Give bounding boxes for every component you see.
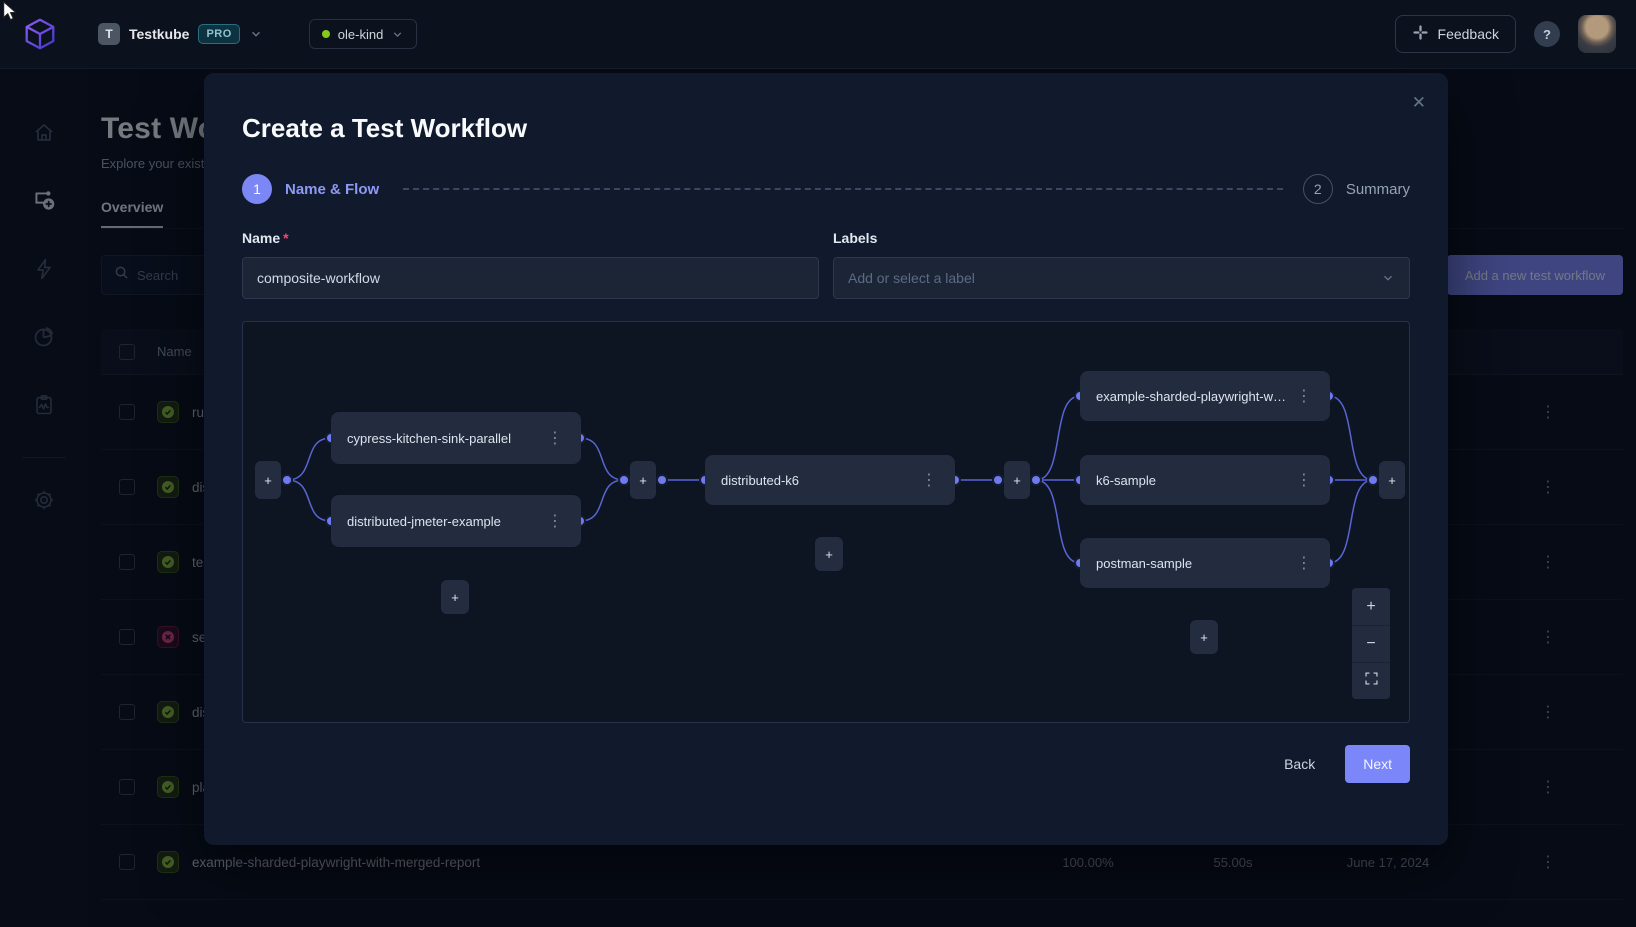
labels-select[interactable]: Add or select a label bbox=[833, 257, 1410, 299]
help-button[interactable]: ? bbox=[1534, 21, 1560, 47]
feedback-label: Feedback bbox=[1438, 26, 1499, 42]
slack-icon bbox=[1412, 24, 1429, 44]
node-actions-menu[interactable]: ⋮ bbox=[539, 509, 571, 533]
workflow-node[interactable]: distributed-k6 ⋮ bbox=[705, 455, 955, 505]
create-test-workflow-modal: ✕ Create a Test Workflow 1 Name & Flow 2… bbox=[204, 73, 1448, 845]
node-label: k6-sample bbox=[1096, 473, 1288, 488]
workflow-node[interactable]: postman-sample ⋮ bbox=[1080, 538, 1330, 588]
step-summary[interactable]: 2 Summary bbox=[1303, 174, 1410, 204]
chevron-down-icon bbox=[249, 27, 263, 41]
chevron-down-icon bbox=[391, 28, 404, 41]
environment-selector[interactable]: ole-kind bbox=[309, 19, 418, 49]
next-button[interactable]: Next bbox=[1345, 745, 1410, 783]
chevron-down-icon bbox=[1381, 271, 1395, 285]
add-parallel-step-button[interactable]: + bbox=[441, 580, 469, 614]
organization-selector[interactable]: T Testkube PRO bbox=[98, 23, 263, 45]
workflow-node[interactable]: k6-sample ⋮ bbox=[1080, 455, 1330, 505]
env-status-dot bbox=[322, 30, 330, 38]
zoom-out-button[interactable]: − bbox=[1352, 625, 1390, 662]
add-step-button[interactable]: + bbox=[255, 461, 281, 499]
node-label: cypress-kitchen-sink-parallel bbox=[347, 431, 539, 446]
node-label: postman-sample bbox=[1096, 556, 1288, 571]
close-icon[interactable]: ✕ bbox=[1408, 89, 1430, 117]
node-label: distributed-k6 bbox=[721, 473, 913, 488]
step-label: Summary bbox=[1346, 181, 1410, 198]
zoom-in-button[interactable]: + bbox=[1352, 588, 1390, 625]
env-name: ole-kind bbox=[338, 27, 384, 42]
fit-view-button[interactable] bbox=[1352, 662, 1390, 699]
expand-icon bbox=[1364, 671, 1379, 691]
name-field-label: Name* bbox=[242, 230, 819, 246]
pro-badge: PRO bbox=[198, 24, 239, 44]
workflow-name-input[interactable] bbox=[242, 257, 819, 299]
step-number: 1 bbox=[242, 174, 272, 204]
canvas-controls: + − bbox=[1352, 588, 1390, 699]
labels-field-label: Labels bbox=[833, 230, 1410, 246]
back-button[interactable]: Back bbox=[1266, 747, 1333, 781]
feedback-button[interactable]: Feedback bbox=[1395, 15, 1516, 53]
add-step-button[interactable]: + bbox=[1004, 461, 1030, 499]
step-number: 2 bbox=[1303, 174, 1333, 204]
add-step-button[interactable]: + bbox=[630, 461, 656, 499]
node-actions-menu[interactable]: ⋮ bbox=[1288, 468, 1320, 492]
node-actions-menu[interactable]: ⋮ bbox=[913, 468, 945, 492]
step-label: Name & Flow bbox=[285, 181, 379, 198]
node-label: distributed-jmeter-example bbox=[347, 514, 539, 529]
workflow-node[interactable]: cypress-kitchen-sink-parallel ⋮ bbox=[331, 412, 581, 464]
org-avatar: T bbox=[98, 23, 120, 45]
wizard-stepper: 1 Name & Flow 2 Summary bbox=[242, 174, 1410, 204]
user-avatar[interactable] bbox=[1578, 15, 1616, 53]
node-label: example-sharded-playwright-with-merged-r… bbox=[1096, 389, 1288, 404]
top-bar: T Testkube PRO ole-kind Feedback ? bbox=[0, 0, 1636, 69]
node-actions-menu[interactable]: ⋮ bbox=[539, 426, 571, 450]
labels-placeholder: Add or select a label bbox=[848, 270, 1381, 286]
workflow-graph-canvas[interactable]: + + + + + + + cypress-kitchen-sink-paral… bbox=[242, 321, 1410, 723]
add-parallel-step-button[interactable]: + bbox=[815, 537, 843, 571]
org-name: Testkube bbox=[129, 26, 189, 42]
workflow-node[interactable]: example-sharded-playwright-with-merged-r… bbox=[1080, 371, 1330, 421]
step-name-and-flow[interactable]: 1 Name & Flow bbox=[242, 174, 379, 204]
node-actions-menu[interactable]: ⋮ bbox=[1288, 384, 1320, 408]
modal-title: Create a Test Workflow bbox=[242, 113, 1410, 144]
node-actions-menu[interactable]: ⋮ bbox=[1288, 551, 1320, 575]
add-step-button[interactable]: + bbox=[1379, 461, 1405, 499]
stepper-connector bbox=[403, 188, 1283, 190]
workflow-node[interactable]: distributed-jmeter-example ⋮ bbox=[331, 495, 581, 547]
required-asterisk: * bbox=[283, 230, 288, 246]
testkube-logo-icon[interactable] bbox=[20, 14, 60, 54]
add-parallel-step-button[interactable]: + bbox=[1190, 620, 1218, 654]
